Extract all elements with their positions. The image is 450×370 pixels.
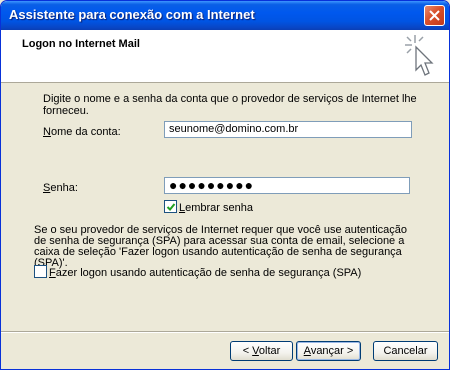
password-label: Senha:: [43, 182, 78, 194]
checkmark-icon: [166, 203, 176, 211]
back-label-prefix: <: [242, 345, 253, 357]
remember-password-checkbox[interactable]: [164, 200, 177, 213]
password-input[interactable]: ●●●●●●●●●: [164, 177, 410, 194]
password-label-text: enha:: [50, 182, 78, 194]
wizard-header: Logon no Internet Mail: [1, 30, 449, 83]
page-title: Logon no Internet Mail: [22, 38, 140, 50]
wizard-sparkle-cursor-icon: [401, 32, 437, 81]
back-button[interactable]: < Voltar: [230, 341, 293, 361]
account-name-accel: N: [43, 126, 51, 138]
spa-description: Se o seu provedor de serviços de Interne…: [34, 224, 408, 269]
back-label-rest: oltar: [258, 345, 281, 357]
next-label-rest: ançar >: [316, 345, 354, 357]
account-name-label-text: ome da conta:: [50, 126, 121, 138]
remember-password-label[interactable]: Lembrar senha: [179, 202, 253, 214]
close-icon: [429, 10, 440, 21]
remember-label-text: embrar senha: [185, 202, 253, 214]
cancel-button[interactable]: Cancelar: [373, 341, 438, 361]
wizard-window: Assistente para conexão com a Internet L…: [0, 0, 450, 370]
account-name-label: Nome da conta:: [43, 126, 121, 138]
window-title: Assistente para conexão com a Internet: [9, 7, 255, 22]
title-bar[interactable]: Assistente para conexão com a Internet: [1, 1, 449, 30]
close-button[interactable]: [424, 5, 445, 26]
footer-divider: [1, 331, 449, 333]
back-accel: V: [252, 345, 259, 357]
account-name-input[interactable]: seunome@domino.com.br: [164, 121, 412, 138]
spa-label-text: azer logon usando autenticação de senha …: [55, 267, 362, 279]
next-accel-a: A: [303, 345, 311, 357]
spa-checkbox-label[interactable]: Fazer logon usando autenticação de senha…: [49, 267, 361, 279]
spa-checkbox[interactable]: [34, 265, 47, 278]
next-button[interactable]: Avançar >: [296, 341, 361, 361]
instruction-text: Digite o nome e a senha da conta que o p…: [43, 93, 417, 117]
spa-accel: F: [49, 267, 56, 279]
